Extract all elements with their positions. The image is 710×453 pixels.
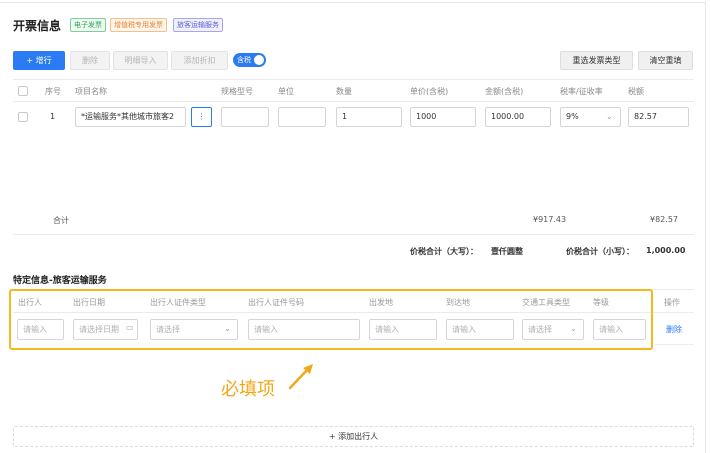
item-name-input[interactable]: *运输服务*其他城市旅客2 <box>75 107 186 127</box>
spec-input[interactable] <box>221 107 269 127</box>
page-title: 开票信息 <box>13 19 62 33</box>
grand-total-upper-label: 价税合计（大写）： <box>410 247 478 256</box>
col-header-tax: 税额 <box>628 87 644 96</box>
grand-total-lower-value: 1,000.00 <box>646 246 686 255</box>
clear-refill-button[interactable]: 清空重填 <box>638 51 693 70</box>
right-border <box>705 2 706 453</box>
tag-e-invoice: 电子发票 <box>70 18 106 32</box>
col-header-unit-price: 单价(含税) <box>410 87 449 96</box>
chevron-down-icon: ⌄ <box>606 112 613 121</box>
select-all-checkbox[interactable] <box>18 86 28 96</box>
required-fields-highlight <box>9 289 653 350</box>
col-header-amount: 金额(含税) <box>485 87 524 96</box>
quantity-input[interactable]: 1 <box>336 107 402 127</box>
add-traveler-button[interactable]: + 添加出行人 <box>13 426 694 447</box>
total-amount: ¥917.43 <box>533 215 567 224</box>
unit-price-input[interactable]: 1000 <box>410 107 476 127</box>
row-seq: 1 <box>50 112 56 121</box>
reselect-invoice-type-button[interactable]: 重选发票类型 <box>560 51 633 70</box>
col-header-tax-rate: 税率/征收率 <box>560 87 603 96</box>
traveler-section-title: 特定信息-旅客运输服务 <box>13 276 107 286</box>
total-label: 合计 <box>53 216 69 225</box>
tag-vat-special: 增值税专用发票 <box>110 18 167 32</box>
delete-traveler-link[interactable]: 删除 <box>666 324 682 335</box>
traveler-row-divider <box>655 344 694 345</box>
tax-input[interactable]: 82.57 <box>628 107 689 127</box>
delete-button[interactable]: 删除 <box>70 51 110 70</box>
table-top-divider <box>13 79 694 80</box>
tax-rate-value: 9% <box>566 112 579 121</box>
table-header-divider <box>13 101 694 102</box>
col-header-spec: 规格型号 <box>221 87 253 96</box>
amount-input[interactable]: 1000.00 <box>485 107 551 127</box>
tax-toggle-label: 含税 <box>237 56 251 64</box>
total-tax: ¥82.57 <box>650 215 678 224</box>
grand-total-upper-value: 壹仟圆整 <box>491 247 523 256</box>
grand-total-lower-label: 价税合计（小写）： <box>566 247 634 256</box>
col-header-quantity: 数量 <box>336 87 352 96</box>
arrow-icon <box>288 364 313 390</box>
col-header-name: 项目名称 <box>75 87 107 96</box>
required-annotation: 必填项 <box>221 379 275 400</box>
add-discount-button[interactable]: 添加折扣 <box>171 51 228 70</box>
top-border <box>0 2 706 3</box>
unit-input[interactable] <box>278 107 326 127</box>
more-options-icon[interactable]: ⋮ <box>191 107 212 127</box>
col-header-seq: 序号 <box>45 87 61 96</box>
tag-passenger-transport: 旅客运输服务 <box>173 18 223 32</box>
col-header-action: 操作 <box>664 298 680 307</box>
detail-import-button[interactable]: 明细导入 <box>113 51 168 70</box>
add-row-button[interactable]: + 增行 <box>13 51 65 70</box>
totals-divider <box>13 234 694 235</box>
col-header-unit: 单位 <box>278 87 294 96</box>
row-checkbox[interactable] <box>18 112 28 122</box>
toggle-knob <box>254 55 264 65</box>
